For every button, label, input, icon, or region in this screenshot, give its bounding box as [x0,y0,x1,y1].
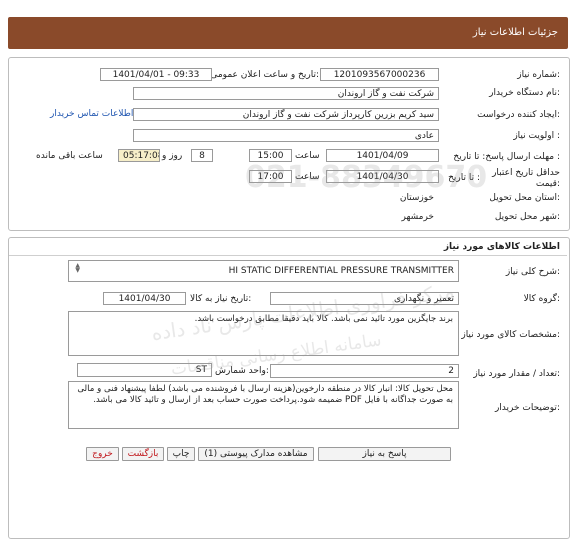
creator-label: ایجاد کننده درخواست: [477,110,560,120]
attachments-button[interactable]: مشاهده مدارک پیوستی (1) [198,447,314,461]
qty-label: تعداد / مقدار مورد نیاز: [473,369,560,379]
announce-label: تاریخ و ساعت اعلان عمومی: [210,70,319,80]
creator-field: سید کریم بزرین کارپرداز شرکت نفت و گاز ا… [133,108,439,121]
priority-field: عادی [133,129,439,142]
province-field: خوزستان [133,191,439,204]
print-button[interactable]: چاپ [167,447,195,461]
goods-group-field: تعمیر و نگهداری [270,292,459,305]
buyer-notes-label: توضیحات خریدار: [494,403,560,413]
back-button[interactable]: بازگشت [122,447,164,461]
buyer-org-field: شرکت نفت و گاز اروندان [133,87,439,100]
details-panel [8,57,570,231]
days-field: 8 [191,149,213,162]
exit-button[interactable]: خروج [86,447,119,461]
city-label: شهر محل تحویل: [494,212,560,222]
goods-divider [9,255,567,256]
need-date-field: 1401/04/30 [103,292,186,305]
qty-field: 2 [270,364,459,378]
goods-group-label: گروه کالا: [523,294,560,304]
unit-label: واحد شمارش: [215,366,269,376]
reply-date-field: 1401/04/09 [326,149,439,162]
reply-time-field: 15:00 [249,149,292,162]
summary-label: شرح کلی نیاز: [505,267,560,277]
reply-deadline-label: مهلت ارسال پاسخ: تا تاریخ : [453,152,560,162]
city-field: خرمشهر [133,210,439,223]
priority-label: اولویت نیاز : [513,131,560,141]
reply-time-label: ساعت [295,151,320,161]
validity-label: حداقل تاریخ اعتبار قیمت: [492,168,560,189]
need-date-label: تاریخ نیاز به کالا: [190,294,252,304]
need-number-label: شماره نیاز: [517,70,560,80]
specs-field: برند جایگزین مورد تائید نمی باشد. کالا ب… [68,311,459,356]
summary-text: HI STATIC DIFFERENTIAL PRESSURE TRANSMIT… [228,266,454,276]
validity-until-label: تا تاریخ : [448,173,480,183]
validity-time-field: 17:00 [249,170,292,183]
buyer-notes-field: محل تحویل کالا: انبار کالا در منطقه دارخ… [68,381,459,429]
goods-section-title: اطلاعات کالاهای مورد نیاز [443,242,560,252]
days-label: روز و [162,151,183,161]
page-title: جزئیات اطلاعات نیاز [472,27,558,38]
scroll-arrows-icon[interactable]: ▲ ▼ [73,263,80,274]
page-header: جزئیات اطلاعات نیاز [8,17,568,49]
province-label: استان محل تحویل: [489,193,560,203]
unit-field: ST [77,363,212,377]
need-number-field: 1201093567000236 [320,68,439,81]
reply-button[interactable]: پاسخ به نیاز [318,447,451,461]
validity-date-field: 1401/04/30 [326,170,439,183]
validity-time-label: ساعت [295,172,320,182]
specs-label: مشخصات کالای مورد نیاز: [461,330,560,340]
remaining-time-field: 05:17:08 [118,149,160,162]
buyer-contact-link[interactable]: اطلاعات تماس خریدار [50,109,133,119]
summary-field[interactable]: HI STATIC DIFFERENTIAL PRESSURE TRANSMIT… [68,260,459,282]
remaining-label: ساعت باقی مانده [36,151,103,161]
buyer-org-label: نام دستگاه خریدار: [489,88,560,98]
announce-field: 1401/04/01 - 09:33 [100,68,212,81]
